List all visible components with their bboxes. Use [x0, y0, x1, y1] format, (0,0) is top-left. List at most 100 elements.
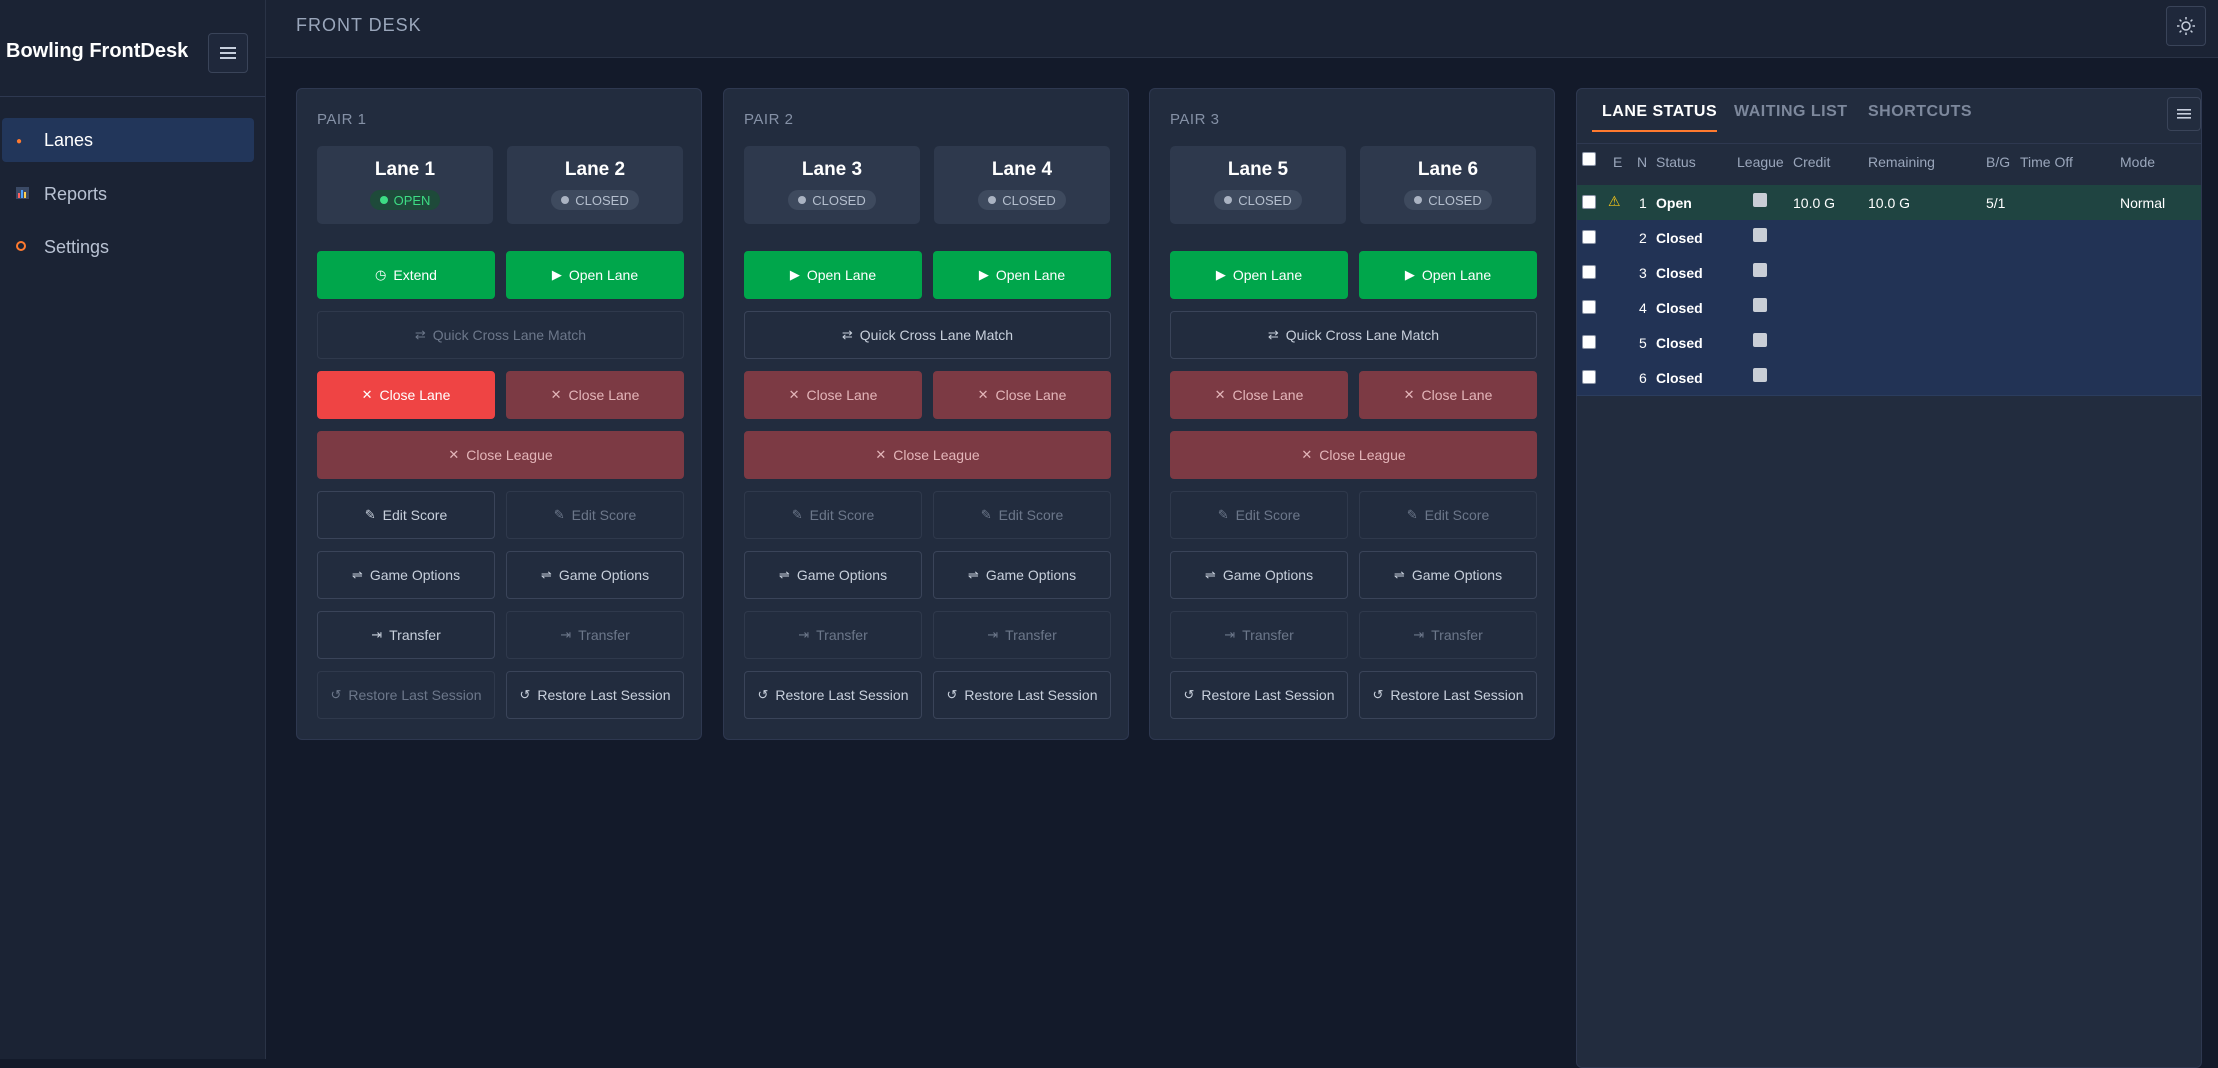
table-row[interactable]: ⚠ 1 Open 10.0 G 10.0 G 5/1 Normal	[1577, 185, 2201, 221]
sidebar-toggle-button[interactable]	[208, 33, 248, 73]
row-checkbox[interactable]	[1582, 230, 1596, 244]
close-lane-button[interactable]: ✕ Close Lane	[506, 371, 684, 419]
history-icon: ↺	[519, 687, 531, 702]
close-lane-button[interactable]: ✕ Close Lane	[933, 371, 1111, 419]
tab-lane-status[interactable]: LANE STATUS	[1602, 103, 1717, 121]
quick-cross-lane-match-button[interactable]: ⇄ Quick Cross Lane Match	[744, 311, 1111, 359]
row-checkbox[interactable]	[1582, 195, 1596, 209]
sidebar-item-reports[interactable]: Reports	[2, 172, 254, 216]
close-lane-button[interactable]: ✕ Close Lane	[1170, 371, 1348, 419]
quick-cross-lane-match-button[interactable]: ⇄ Quick Cross Lane Match	[317, 311, 684, 359]
table-row[interactable]: 5 Closed	[1577, 325, 2201, 361]
lane-card-4[interactable]: Lane 4 CLOSED	[934, 146, 1110, 224]
sidebar-item-lanes[interactable]: ● Lanes	[2, 118, 254, 162]
restore-last-session-button[interactable]: ↺ Restore Last Session	[317, 671, 495, 719]
restore-last-session-button[interactable]: ↺ Restore Last Session	[744, 671, 922, 719]
tab-shortcuts[interactable]: SHORTCUTS	[1868, 103, 1972, 121]
tab-waiting-list[interactable]: WAITING LIST	[1734, 103, 1848, 121]
column-header-mode: Mode	[2120, 154, 2156, 170]
table-row[interactable]: 2 Closed	[1577, 220, 2201, 256]
extend-button[interactable]: ◷ Extend	[317, 251, 495, 299]
status-dot-icon	[1414, 196, 1423, 204]
league-checkbox[interactable]	[1753, 368, 1767, 382]
dot-icon: ●	[16, 136, 23, 147]
history-icon: ↺	[1183, 687, 1195, 702]
game-options-button[interactable]: ⇌ Game Options	[1359, 551, 1537, 599]
edit-score-button[interactable]: ✎ Edit Score	[317, 491, 495, 539]
table-row[interactable]: 4 Closed	[1577, 290, 2201, 326]
sidebar-item-settings[interactable]: Settings	[2, 225, 254, 269]
edit-score-button[interactable]: ✎ Edit Score	[933, 491, 1111, 539]
close-lane-button[interactable]: ✕ Close Lane	[1359, 371, 1537, 419]
restore-last-session-button[interactable]: ↺ Restore Last Session	[1359, 671, 1537, 719]
restore-last-session-button[interactable]: ↺ Restore Last Session	[933, 671, 1111, 719]
game-options-button[interactable]: ⇌ Game Options	[1170, 551, 1348, 599]
row-checkbox[interactable]	[1582, 265, 1596, 279]
close-lane-button[interactable]: ✕ Close Lane	[317, 371, 495, 419]
lane-card-5[interactable]: Lane 5 CLOSED	[1170, 146, 1346, 224]
league-checkbox[interactable]	[1753, 193, 1767, 207]
lane-number: 6	[1639, 370, 1647, 386]
edit-score-button[interactable]: ✎ Edit Score	[506, 491, 684, 539]
open-lane-button[interactable]: ▶ Open Lane	[1359, 251, 1537, 299]
lane-name: Lane 1	[374, 159, 436, 180]
hamburger-icon	[2177, 109, 2191, 119]
table-row[interactable]: 3 Closed	[1577, 255, 2201, 291]
history-icon: ↺	[757, 687, 769, 702]
game-options-button[interactable]: ⇌ Game Options	[744, 551, 922, 599]
restore-last-session-button[interactable]: ↺ Restore Last Session	[506, 671, 684, 719]
game-options-button[interactable]: ⇌ Game Options	[317, 551, 495, 599]
lane-name: Lane 6	[1417, 159, 1479, 180]
row-checkbox[interactable]	[1582, 300, 1596, 314]
row-checkbox[interactable]	[1582, 335, 1596, 349]
lane-card-1[interactable]: Lane 1 OPEN	[317, 146, 493, 224]
close-league-button[interactable]: ✕ Close League	[317, 431, 684, 479]
lane-card-2[interactable]: Lane 2 CLOSED	[507, 146, 683, 224]
close-icon: ✕	[448, 447, 460, 462]
transfer-button[interactable]: ⇥ Transfer	[1359, 611, 1537, 659]
close-icon: ✕	[550, 387, 562, 402]
lane-card-6[interactable]: Lane 6 CLOSED	[1360, 146, 1536, 224]
league-checkbox[interactable]	[1753, 333, 1767, 347]
transfer-button[interactable]: ⇥ Transfer	[317, 611, 495, 659]
transfer-button[interactable]: ⇥ Transfer	[933, 611, 1111, 659]
theme-toggle-button[interactable]	[2166, 6, 2206, 46]
game-options-button[interactable]: ⇌ Game Options	[933, 551, 1111, 599]
league-checkbox[interactable]	[1753, 263, 1767, 277]
close-icon: ✕	[875, 447, 887, 462]
column-header-status: Status	[1656, 154, 1696, 170]
transfer-button[interactable]: ⇥ Transfer	[506, 611, 684, 659]
restore-last-session-button[interactable]: ↺ Restore Last Session	[1170, 671, 1348, 719]
lane-status: Closed	[1656, 265, 1703, 281]
open-lane-button[interactable]: ▶ Open Lane	[933, 251, 1111, 299]
transfer-button[interactable]: ⇥ Transfer	[744, 611, 922, 659]
open-lane-button[interactable]: ▶ Open Lane	[506, 251, 684, 299]
lane-status: Open	[1656, 195, 1692, 211]
open-lane-button[interactable]: ▶ Open Lane	[744, 251, 922, 299]
game-options-button[interactable]: ⇌ Game Options	[506, 551, 684, 599]
play-icon: ▶	[551, 267, 562, 282]
close-league-button[interactable]: ✕ Close League	[1170, 431, 1537, 479]
status-badge: CLOSED	[978, 190, 1066, 210]
lane-card-3[interactable]: Lane 3 CLOSED	[744, 146, 920, 224]
open-lane-button[interactable]: ▶ Open Lane	[1170, 251, 1348, 299]
row-checkbox[interactable]	[1582, 370, 1596, 384]
hamburger-icon	[220, 47, 236, 59]
status-dot-icon	[798, 196, 807, 204]
edit-score-button[interactable]: ✎ Edit Score	[1170, 491, 1348, 539]
lane-name: Lane 3	[801, 159, 863, 180]
transfer-icon: ⇥	[560, 627, 572, 642]
table-row[interactable]: 6 Closed	[1577, 360, 2201, 396]
close-league-button[interactable]: ✕ Close League	[744, 431, 1111, 479]
close-lane-button[interactable]: ✕ Close Lane	[744, 371, 922, 419]
sliders-icon: ⇌	[351, 567, 363, 582]
transfer-button[interactable]: ⇥ Transfer	[1170, 611, 1348, 659]
league-checkbox[interactable]	[1753, 298, 1767, 312]
league-checkbox[interactable]	[1753, 228, 1767, 242]
quick-cross-lane-match-button[interactable]: ⇄ Quick Cross Lane Match	[1170, 311, 1537, 359]
swap-icon: ⇄	[414, 327, 426, 342]
panel-menu-button[interactable]	[2167, 97, 2201, 131]
select-all-checkbox[interactable]	[1582, 152, 1596, 166]
edit-score-button[interactable]: ✎ Edit Score	[744, 491, 922, 539]
edit-score-button[interactable]: ✎ Edit Score	[1359, 491, 1537, 539]
